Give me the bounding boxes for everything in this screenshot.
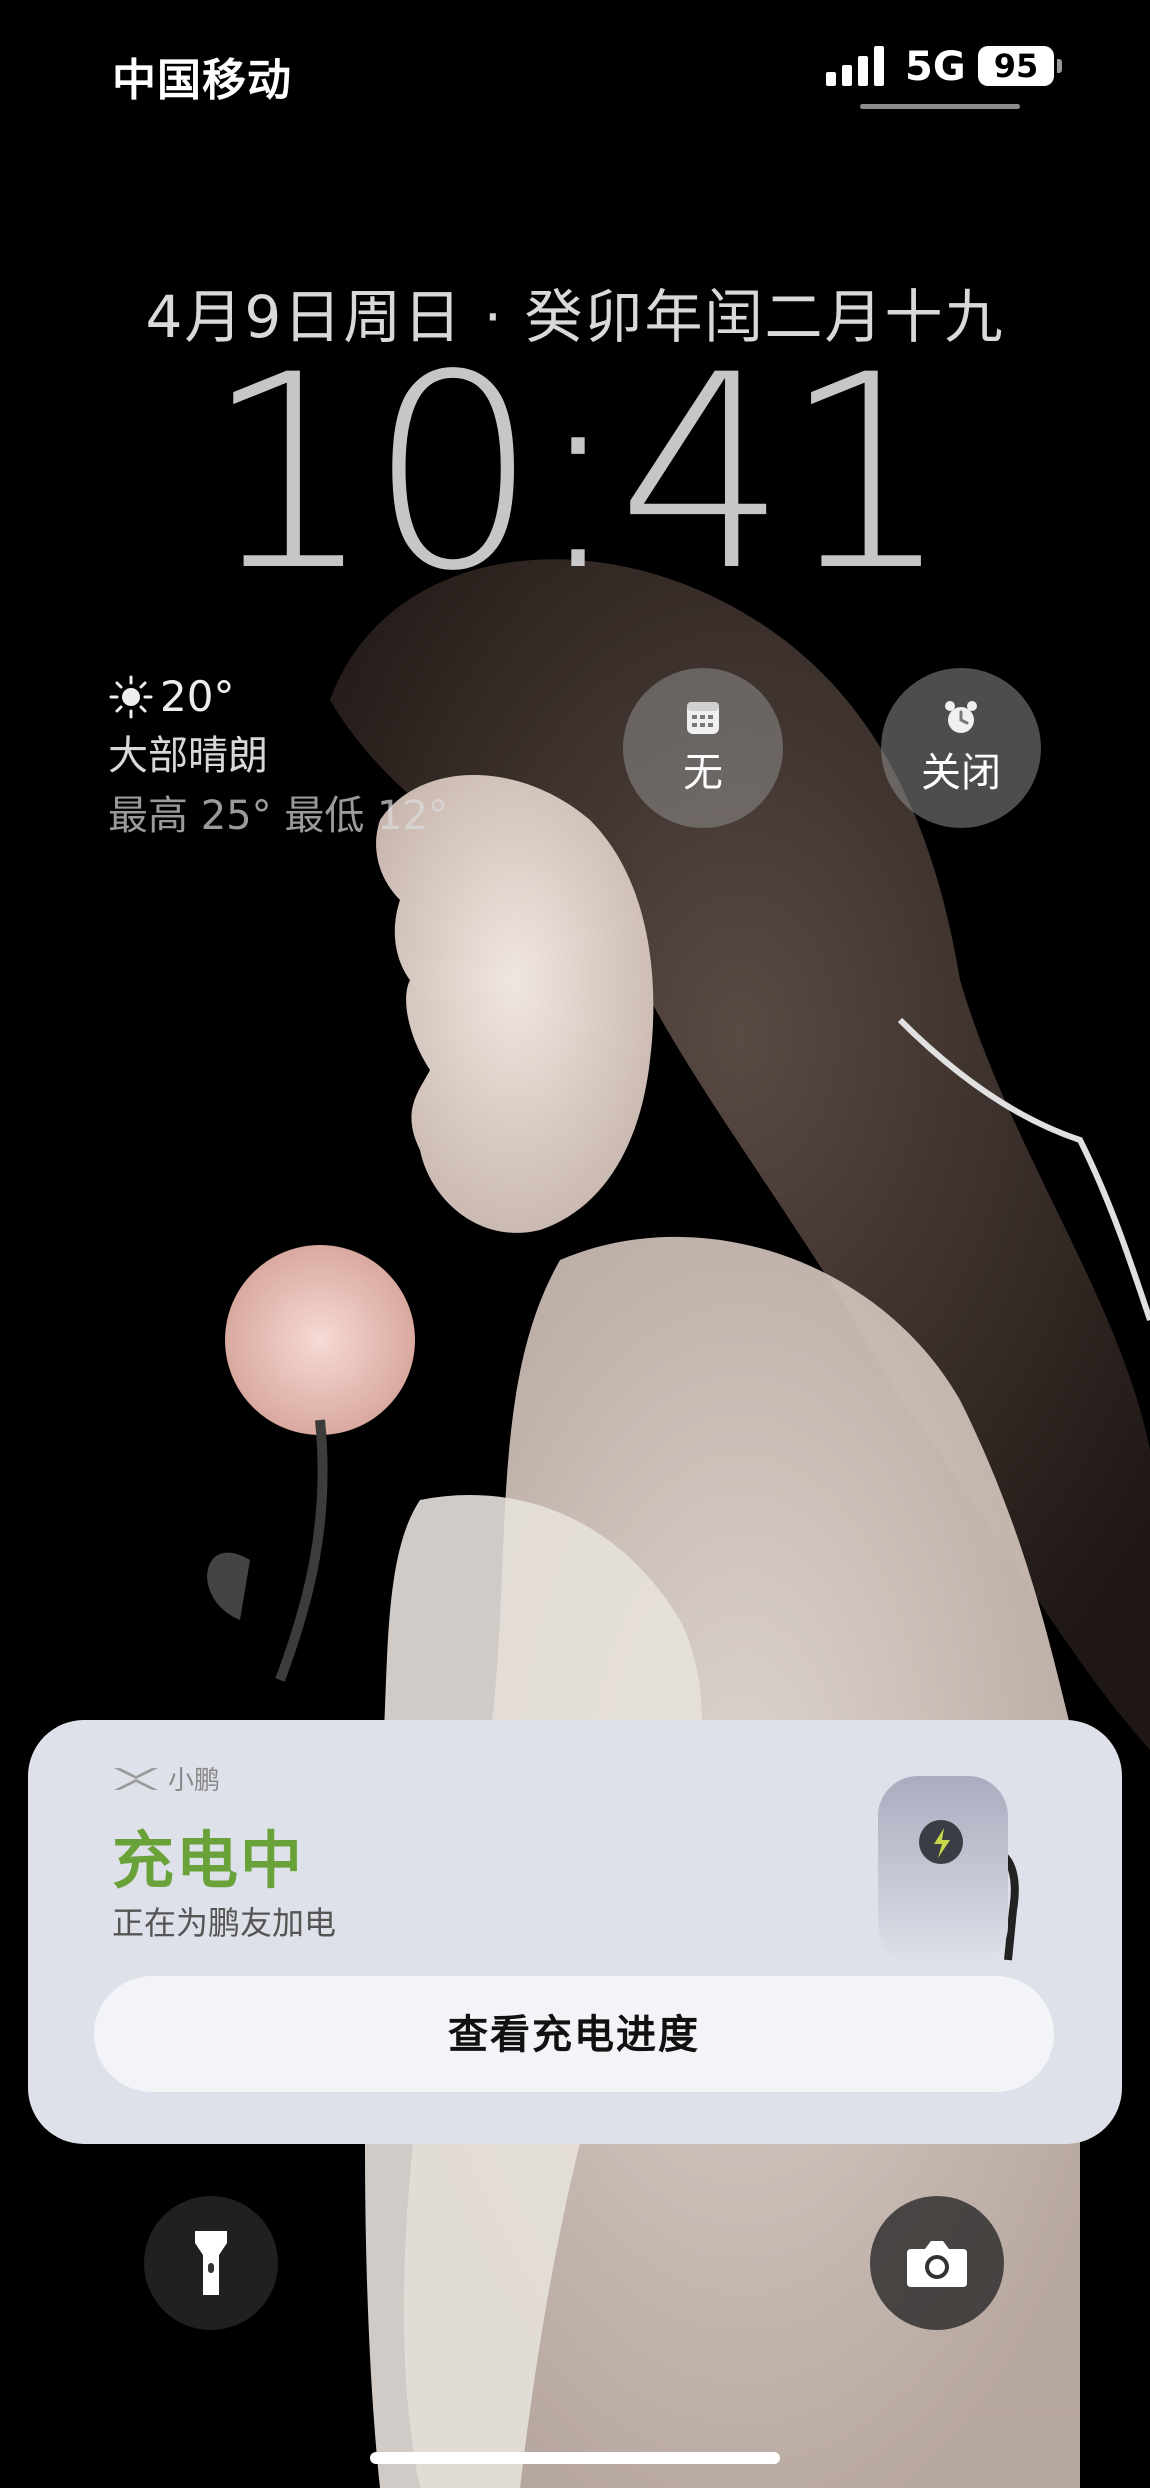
calendar-icon xyxy=(687,702,719,734)
lock-time: 10:41 xyxy=(203,318,952,630)
weather-temperature: 20° xyxy=(160,672,235,721)
camera-button[interactable] xyxy=(870,2196,1004,2330)
xpeng-logo-icon xyxy=(114,1767,158,1790)
network-type: 5G xyxy=(905,44,966,90)
calendar-widget[interactable]: 无 xyxy=(623,668,783,828)
weather-condition: 大部晴朗 xyxy=(108,733,268,779)
alarm-clock-icon xyxy=(945,701,977,733)
weather-range: 最高 25° 最低 12° xyxy=(108,793,448,839)
notification-title: 充电中 xyxy=(112,1824,305,1897)
carrier-name: 中国移动 xyxy=(112,55,292,106)
sun-icon xyxy=(109,675,153,718)
battery-icon: 95 xyxy=(978,46,1054,86)
flashlight-icon xyxy=(195,2231,227,2295)
notification-header: 小鹏 xyxy=(112,1760,220,1797)
status-bar: 中国移动 5G 95 xyxy=(0,0,1150,130)
notification-app-name: 小鹏 xyxy=(168,1766,221,1796)
battery-level: 95 xyxy=(993,47,1039,85)
battery-tip xyxy=(1057,59,1062,73)
calendar-widget-label: 无 xyxy=(683,750,723,796)
home-indicator[interactable] xyxy=(370,2452,780,2464)
signal-strength-icon xyxy=(826,46,888,86)
charger-illustration-icon xyxy=(878,1776,1019,1966)
notification-subtitle: 正在为鹏友加电 xyxy=(112,1904,337,1942)
alarm-widget-label: 关闭 xyxy=(921,750,1001,796)
charging-notification[interactable]: 小鹏 充电中 正在为鹏友加电 查看充电进度 xyxy=(28,1720,1122,2144)
alarm-widget[interactable]: 关闭 xyxy=(881,668,1041,828)
camera-icon xyxy=(907,2241,967,2287)
control-center-indicator[interactable] xyxy=(860,104,1020,109)
view-charging-progress-button[interactable]: 查看充电进度 xyxy=(94,1976,1054,2092)
weather-widget[interactable]: 20° 大部晴朗 最高 25° 最低 12° xyxy=(108,672,448,841)
flashlight-button[interactable] xyxy=(144,2196,278,2330)
